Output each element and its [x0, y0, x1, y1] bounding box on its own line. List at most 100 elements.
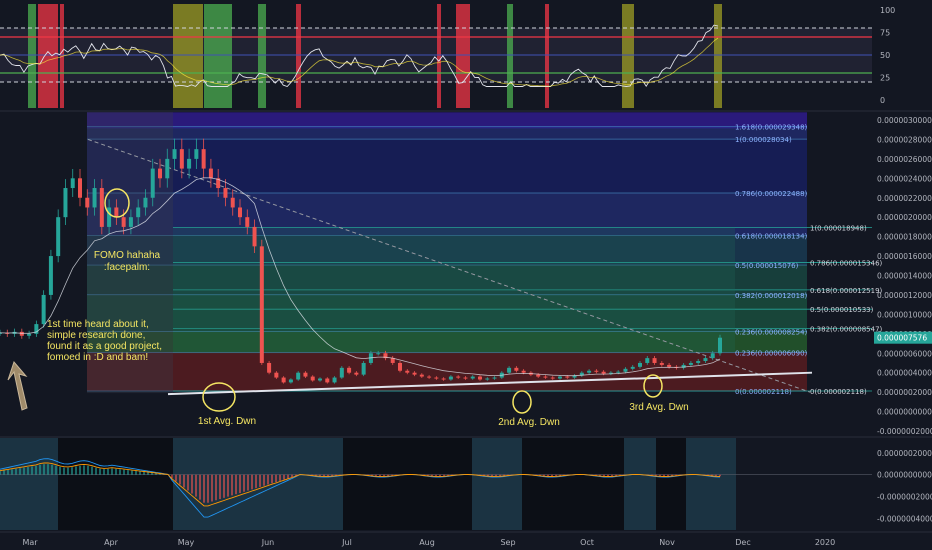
fib-label: 0(0.000002118)	[735, 388, 792, 396]
candle-body	[303, 372, 308, 377]
candle-body	[441, 378, 446, 380]
macd-tick-label: -0.0000004000	[877, 515, 932, 524]
x-tick-label: 2020	[815, 538, 835, 547]
price-tick-label: 0.0000026000	[877, 155, 932, 164]
candle-body	[521, 370, 526, 373]
price-tick-label: 0.0000012000	[877, 291, 932, 300]
macd-zone-dark	[58, 438, 173, 530]
macd-zone-dark	[343, 438, 472, 530]
rsi-signal-band	[714, 4, 722, 108]
candle-body	[19, 331, 24, 336]
fib-label: 0.236(0.000006090)	[735, 349, 808, 357]
candle-body	[688, 362, 693, 365]
candle-body	[136, 207, 141, 218]
candle-body	[347, 367, 352, 373]
candle-body	[536, 374, 541, 377]
rsi-signal-band	[545, 4, 549, 108]
annotation-avg-down-3: 3rd Avg. Dwn	[629, 402, 689, 413]
candle-body	[412, 372, 417, 375]
price-tick-label: 0.0000010000	[877, 310, 932, 319]
candle-body	[659, 362, 664, 365]
fib-label: 0.382(0.000012018)	[735, 292, 808, 300]
rsi-tick-label: 0	[880, 96, 885, 105]
fib-right-zone	[173, 227, 735, 354]
x-tick-label: Jun	[261, 538, 275, 547]
candle-body	[616, 371, 621, 373]
trading-chart[interactable]: 1.618(0.000029348) 1(0.000028034) 0.786(0.…	[0, 0, 932, 550]
price-tick-label: 0.0000024000	[877, 174, 932, 183]
macd-zone-dark	[522, 438, 624, 530]
candle-body	[107, 207, 112, 227]
price-tick-label: 0.0000022000	[877, 194, 932, 203]
annotation-avg-down-2: 2nd Avg. Dwn	[498, 417, 560, 428]
candle-body	[296, 372, 301, 380]
x-tick-label: Nov	[659, 538, 675, 547]
candle-body	[230, 197, 235, 208]
candle-body	[565, 376, 570, 378]
candle-body	[492, 377, 497, 379]
candle-body	[274, 372, 279, 378]
rsi-signal-band	[456, 4, 470, 108]
fib-label-right: 0.382(0.000008547)	[810, 325, 883, 333]
price-tick-label: 0.0000028000	[877, 135, 932, 144]
candle-body	[601, 371, 606, 374]
x-tick-label: Sep	[500, 538, 515, 547]
candle-body	[143, 197, 148, 208]
rsi-tick-label: 75	[880, 29, 890, 38]
candle-body	[121, 217, 126, 227]
candle-body	[696, 361, 701, 363]
candle-body	[187, 158, 192, 169]
candle-body	[558, 376, 562, 379]
fib-label-right: 0.5(0.000010533)	[810, 306, 874, 314]
candle-body	[128, 217, 133, 227]
candle-body	[281, 377, 286, 383]
candle-body	[718, 337, 722, 354]
fib-label: 0.236(0.000008254)	[735, 328, 808, 336]
candle-body	[361, 362, 366, 375]
fib-label: 1(0.000028034)	[735, 136, 792, 144]
candle-body	[150, 168, 155, 198]
fib-label: 1.618(0.000029348)	[735, 123, 808, 131]
candle-body	[376, 353, 381, 355]
candle-body	[259, 246, 264, 363]
candle-body	[201, 149, 206, 169]
macd-zone	[624, 438, 656, 530]
candle-body	[70, 178, 75, 189]
rsi-signal-band	[507, 4, 513, 108]
x-tick-label: May	[178, 538, 195, 547]
rsi-signal-band	[28, 4, 36, 108]
rsi-signal-band	[258, 4, 266, 108]
price-tick-label: 0.0000000000	[877, 408, 932, 417]
candle-body	[194, 149, 199, 159]
price-tick-label: 0.0000016000	[877, 252, 932, 261]
x-tick-label: Mar	[22, 538, 38, 547]
candle-body	[463, 377, 468, 379]
macd-tick-label: 0.0000000000	[877, 471, 932, 480]
candle-body	[56, 217, 61, 257]
candle-body	[48, 256, 53, 295]
annotation-avg-down-1: 1st Avg. Dwn	[197, 416, 257, 427]
rsi-signal-band	[38, 4, 58, 108]
candle-body	[638, 362, 642, 367]
price-tick-label: 0.0000002000	[877, 388, 932, 397]
candle-body	[165, 158, 170, 179]
candle-body	[652, 358, 657, 363]
macd-zone	[472, 438, 522, 530]
candle-body	[339, 367, 344, 378]
fib-label-right: 0.618(0.000012519)	[810, 287, 883, 295]
candle-body	[238, 207, 242, 218]
candle-body	[114, 207, 119, 218]
candle-body	[354, 372, 359, 375]
rsi-signal-band	[296, 4, 301, 108]
candle-body	[434, 377, 439, 379]
macd-zone-dark	[656, 438, 686, 530]
rsi-signal-band	[204, 4, 232, 108]
x-tick-label: Apr	[104, 538, 119, 547]
annotation-fomo: FOMO hahaha :facepalm:	[93, 250, 161, 273]
candle-body	[594, 370, 599, 372]
candle-body	[405, 370, 410, 373]
candle-body	[710, 353, 715, 359]
macd-tick-label: 0.0000002000	[877, 449, 932, 458]
candle-body	[543, 376, 548, 378]
fib-label: 0.5(0.000015076)	[735, 262, 799, 270]
